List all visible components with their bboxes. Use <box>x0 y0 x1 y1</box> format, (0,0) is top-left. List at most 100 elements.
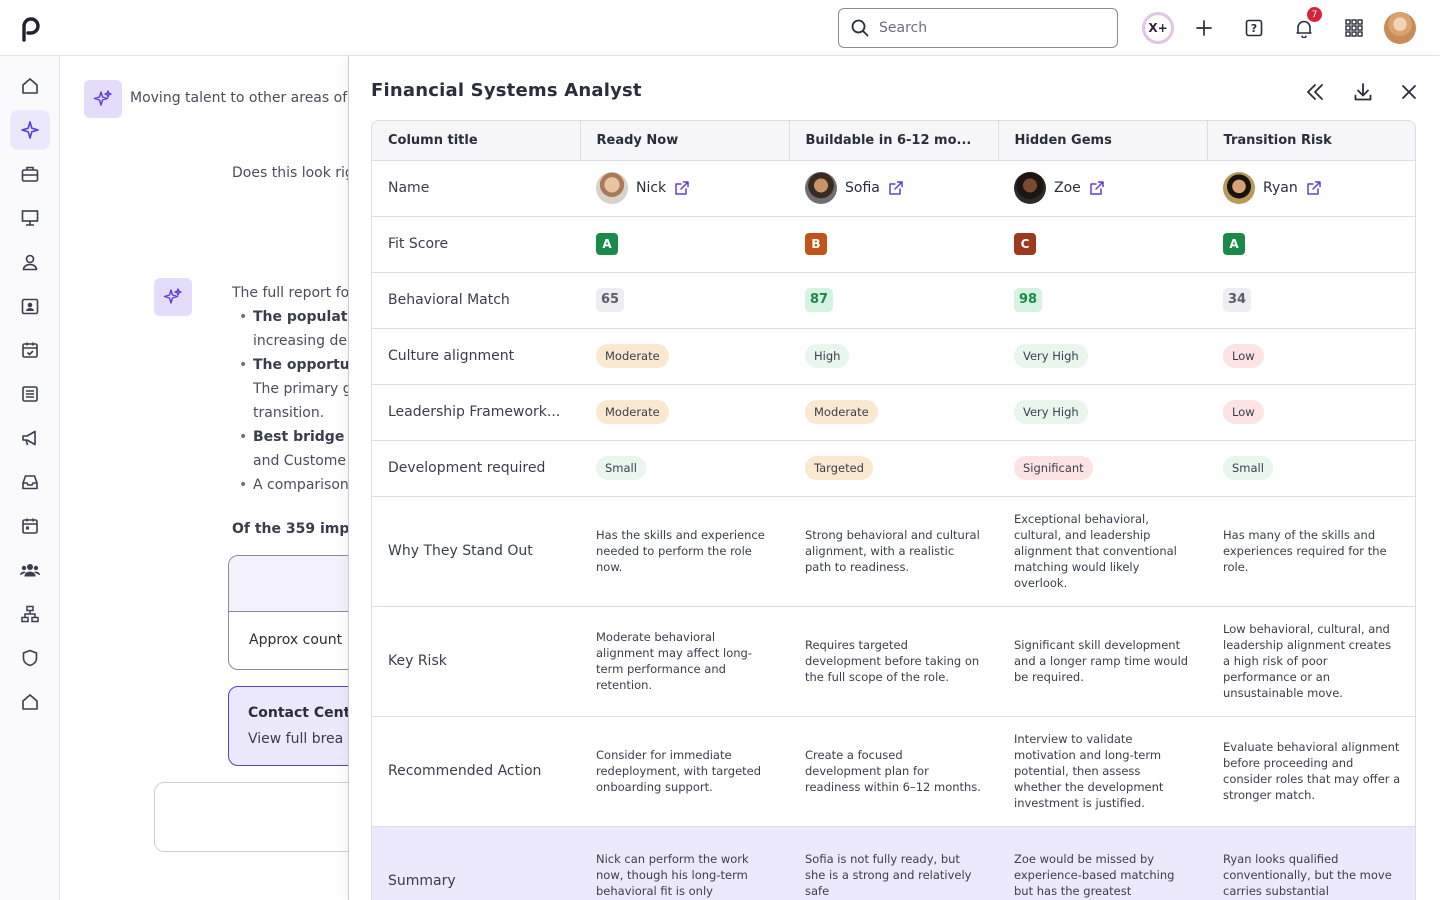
add-icon[interactable] <box>1188 12 1220 44</box>
app-logo-icon[interactable] <box>17 14 41 42</box>
collapse-double-chevron-icon[interactable] <box>1301 78 1329 106</box>
nav-home-alt-icon[interactable] <box>10 682 50 722</box>
culture-cell: Very High <box>998 328 1207 385</box>
fit-cell: B <box>789 216 998 273</box>
candidate-name: Ryan <box>1263 180 1298 196</box>
text-cell: Sofia is not fully ready, but she is a s… <box>789 826 998 900</box>
table-row-key-risk: Key Risk Moderate behavioral alignment m… <box>372 606 1415 717</box>
nav-megaphone-icon[interactable] <box>10 418 50 458</box>
level-pill: Moderate <box>596 400 669 424</box>
help-icon[interactable]: ? <box>1238 12 1270 44</box>
fit-grade-badge: C <box>1014 233 1036 255</box>
text-cell: Low behavioral, cultural, and leadership… <box>1207 606 1415 717</box>
fit-grade-badge: A <box>596 233 618 255</box>
fit-grade-badge: A <box>1223 233 1245 255</box>
chat-header-text: Moving talent to other areas of <box>130 90 348 106</box>
behavioral-score: 98 <box>1014 288 1043 312</box>
search-icon <box>851 19 869 37</box>
behavioral-score: 34 <box>1223 288 1252 312</box>
apps-grid-icon[interactable] <box>1338 12 1370 44</box>
candidate-cell: Zoe <box>998 160 1207 217</box>
level-pill: Very High <box>1014 344 1088 368</box>
header-buildable[interactable]: Buildable in 6-12 mo... <box>789 121 999 161</box>
notification-badge: 7 <box>1307 7 1322 22</box>
header-hidden-gems[interactable]: Hidden Gems <box>998 121 1208 161</box>
nav-inbox-icon[interactable] <box>10 462 50 502</box>
row-label: Recommended Action <box>372 716 580 827</box>
bullet2-bold: The opportunity <box>253 357 351 373</box>
download-icon[interactable] <box>1349 78 1377 106</box>
search-input[interactable] <box>879 20 1099 36</box>
table-row-behavioral-match: Behavioral Match 65 87 98 34 <box>372 272 1415 329</box>
table-row-fit-score: Fit Score A B C A <box>372 216 1415 273</box>
bullet-dot: • <box>239 429 248 445</box>
level-pill: Moderate <box>805 400 878 424</box>
table-row-recommended-action: Recommended Action Consider for immediat… <box>372 716 1415 827</box>
of-line: Of the 359 impa <box>232 521 351 537</box>
view-full-breakdown-link[interactable]: View full brea <box>248 731 343 747</box>
development-cell: Small <box>580 440 789 497</box>
bullet-dot: • <box>239 309 248 325</box>
avatar <box>596 172 628 204</box>
nav-list-icon[interactable] <box>10 374 50 414</box>
nav-briefcase-icon[interactable] <box>10 154 50 194</box>
level-pill: Small <box>596 456 646 480</box>
table-row-development: Development required Small Targeted Sign… <box>372 440 1415 497</box>
candidate-cell: Nick <box>580 160 789 217</box>
fit-cell: A <box>580 216 789 273</box>
fit-cell: C <box>998 216 1207 273</box>
user-avatar[interactable] <box>1384 12 1416 44</box>
row-label: Leadership Framework... <box>372 384 580 441</box>
chat-input-box[interactable] <box>154 782 351 852</box>
text-cell: Strong behavioral and cultural alignment… <box>789 496 998 607</box>
external-link-icon[interactable] <box>888 180 904 196</box>
nav-calendar-check-icon[interactable] <box>10 330 50 370</box>
nav-shield-icon[interactable] <box>10 638 50 678</box>
leadership-cell: Moderate <box>789 384 998 441</box>
chat-area: Moving talent to other areas of Does thi… <box>61 57 351 900</box>
row-label: Culture alignment <box>372 328 580 385</box>
nav-contact-card-icon[interactable] <box>10 286 50 326</box>
x-plus-button[interactable]: X+ <box>1142 12 1174 44</box>
nav-presentation-icon[interactable] <box>10 198 50 238</box>
bullet2-rest: The primary g <box>253 381 351 397</box>
search-box[interactable] <box>838 8 1118 48</box>
level-pill: Low <box>1223 400 1264 424</box>
text-cell: Moderate behavioral alignment may affect… <box>580 606 789 717</box>
notifications-icon[interactable]: 7 <box>1288 7 1322 44</box>
culture-cell: High <box>789 328 998 385</box>
level-pill: Small <box>1223 456 1273 480</box>
external-link-icon[interactable] <box>674 180 690 196</box>
bullet1-bold: The population <box>253 309 351 325</box>
nav-ai-sparkle-icon[interactable] <box>10 110 50 150</box>
bullet2-rest2: transition. <box>253 405 325 421</box>
nav-calendar-icon[interactable] <box>10 506 50 546</box>
level-pill: High <box>805 344 850 368</box>
row-label: Summary <box>372 826 580 900</box>
text-cell: Consider for immediate redeployment, wit… <box>580 716 789 827</box>
header-ready-now[interactable]: Ready Now <box>580 121 790 161</box>
text-cell: Create a focused development plan for re… <box>789 716 998 827</box>
behavioral-score: 87 <box>805 288 834 312</box>
development-cell: Targeted <box>789 440 998 497</box>
external-link-icon[interactable] <box>1089 180 1105 196</box>
nav-org-chart-icon[interactable] <box>10 594 50 634</box>
row-label: Why They Stand Out <box>372 496 580 607</box>
candidate-name: Zoe <box>1054 180 1081 196</box>
behavioral-cell: 34 <box>1207 272 1415 329</box>
close-icon[interactable] <box>1395 78 1423 106</box>
approx-count-label: Approx count <box>249 632 343 648</box>
nav-person-icon[interactable] <box>10 242 50 282</box>
external-link-icon[interactable] <box>1306 180 1322 196</box>
header-transition-risk[interactable]: Transition Risk <box>1207 121 1415 161</box>
header-column-title: Column title <box>372 121 581 161</box>
culture-cell: Low <box>1207 328 1415 385</box>
table-row-name: Name Nick Sofia Zoe Ryan <box>372 160 1415 217</box>
development-cell: Small <box>1207 440 1415 497</box>
ai-sparkle-icon-2 <box>154 278 192 316</box>
candidate-cell: Sofia <box>789 160 998 217</box>
contact-center-card[interactable]: Contact Cent View full brea <box>228 686 351 766</box>
nav-home-icon[interactable] <box>10 66 50 106</box>
leadership-cell: Moderate <box>580 384 789 441</box>
nav-team-icon[interactable] <box>10 550 50 590</box>
